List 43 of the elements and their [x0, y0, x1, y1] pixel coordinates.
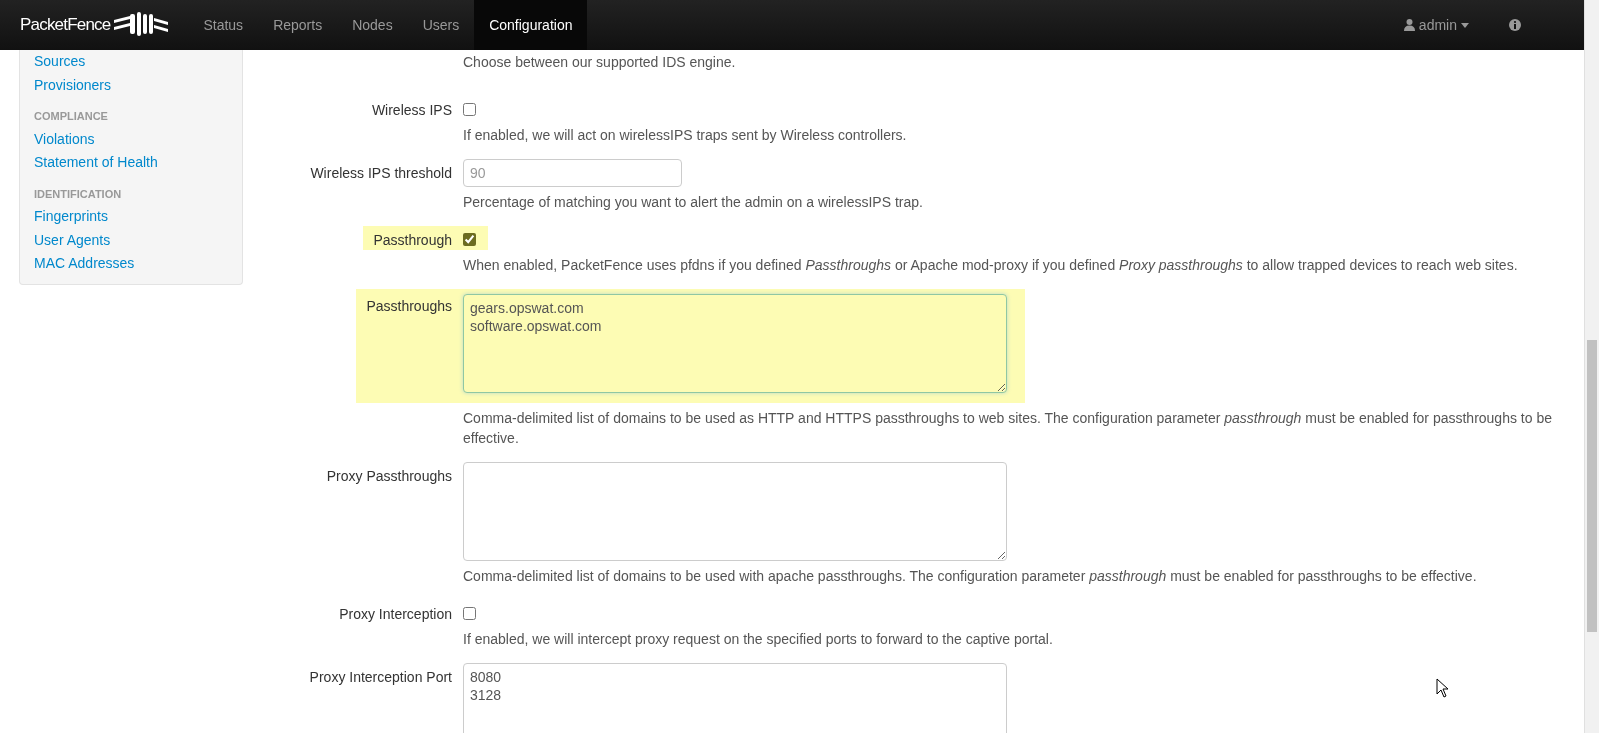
user-icon [1403, 19, 1415, 31]
mouse-pointer-icon [1436, 678, 1450, 698]
sidebar-link[interactable]: User Agents [34, 228, 228, 252]
textarea-field[interactable]: gears.opswat.com software.opswat.com [463, 294, 1007, 393]
brand-logo-text: PacketFence [20, 14, 111, 37]
sidebar-link[interactable]: Provisioners [34, 73, 228, 97]
help-text: If enabled, we will intercept proxy request on the specified ports to forward to the captive portal. [463, 630, 1053, 649]
sidebar-link[interactable]: Statement of Health [34, 151, 228, 175]
nav-link[interactable]: Reports [258, 0, 338, 50]
scrollbar-thumb[interactable] [1587, 340, 1597, 632]
checkbox[interactable] [463, 607, 476, 620]
field-label: Proxy Interception [338, 605, 453, 624]
sidebar-link[interactable]: Fingerprints [34, 205, 228, 229]
info-icon [1509, 19, 1521, 31]
field-label: Proxy Passthroughs [325, 467, 453, 486]
help-text: If enabled, we will act on wirelessIPS traps sent by Wireless controllers. [463, 126, 907, 145]
caret-icon [1461, 22, 1469, 28]
sidebar-section-header: COMPLIANCE [34, 109, 109, 124]
user-menu[interactable]: admin [1388, 0, 1484, 50]
help-text: When enabled, PacketFence uses pfdns if you defined Passthroughs or Apache mod-proxy if you defined Proxy passthroughs to allow trapped devices to reach web sites. [463, 256, 1518, 275]
field-label: Passthrough [363, 226, 463, 250]
sidebar-section-header: IDENTIFICATION [34, 186, 123, 202]
field-label: Wireless IPS [370, 101, 453, 120]
sidebar-link[interactable]: Violations [34, 127, 228, 151]
textarea-field[interactable]: 8080 3128 [463, 663, 1007, 733]
help-text: Comma-delimited list of domains to be used with apache passthroughs. The configuration parameter passthrough must be enabled for passthroughs to be effective. [463, 567, 1477, 586]
help-text: Choose between our supported IDS engine. [463, 53, 736, 72]
text-input[interactable]: 90 [463, 159, 682, 187]
help-text: Comma-delimited list of domains to be used as HTTP and HTTPS passthroughs to web sites. The configuration parameter passthrough must be enabled for passthroughs to be effective. [463, 409, 1553, 448]
nav-link[interactable]: Nodes [337, 0, 408, 50]
help-text: Percentage of matching you want to alert the admin on a wirelessIPS trap. [463, 193, 923, 212]
nav-link[interactable]: Users [407, 0, 475, 50]
scrollbar[interactable] [1584, 0, 1599, 733]
field-label: Proxy Interception Port [308, 668, 453, 687]
nav-link[interactable]: Status [188, 0, 259, 50]
sidebar-link[interactable]: Sources [34, 50, 228, 74]
field-label: Wireless IPS threshold [309, 164, 453, 183]
checkbox[interactable] [463, 103, 476, 116]
sidebar-link[interactable]: MAC Addresses [34, 252, 228, 276]
textarea-field[interactable] [463, 462, 1007, 561]
nav-link[interactable]: Configuration [474, 0, 588, 50]
field-label: Passthroughs [356, 289, 463, 403]
checkbox[interactable] [463, 233, 476, 246]
